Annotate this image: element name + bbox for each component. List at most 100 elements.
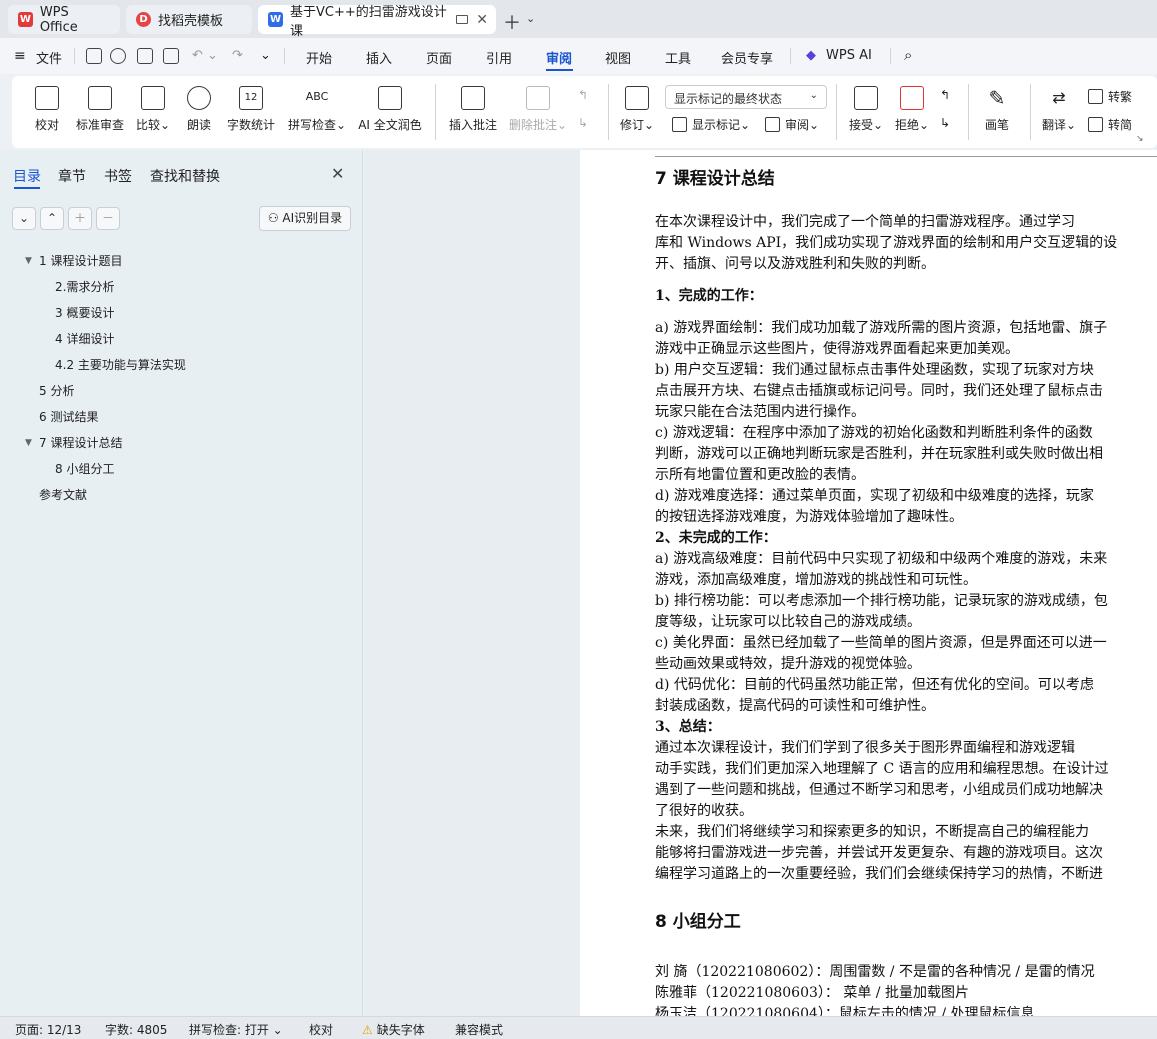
previous-comment-icon[interactable]: ↰ (578, 88, 588, 102)
save-icon[interactable] (86, 48, 102, 64)
toc-item[interactable]: 6 测试结果 (39, 408, 98, 425)
menu-view[interactable]: 视图 (605, 48, 631, 67)
menu-insert[interactable]: 插入 (366, 48, 392, 67)
doc-line: 库和 Windows API，我们成功实现了游戏界面的绘制和用户交互逻辑的设 (655, 235, 1118, 251)
show-markup-button[interactable]: 显示标记 ⌄ (672, 116, 750, 133)
spell-check-status[interactable]: 拼写检查: 打开 ⌄ (189, 1021, 283, 1038)
next-comment-icon[interactable]: ↳ (578, 116, 588, 130)
print-preview-icon[interactable] (163, 48, 179, 64)
read-aloud-button[interactable]: 朗读 (184, 76, 214, 148)
ai-polish-button[interactable]: AI 全文润色 (357, 76, 423, 148)
revise-button[interactable]: 修订⌄ (618, 76, 656, 148)
menu-review[interactable]: 审阅 (546, 48, 572, 67)
menu-page[interactable]: 页面 (426, 48, 452, 67)
menu-member[interactable]: 会员专享 (721, 48, 773, 67)
compare-button[interactable]: 比较⌄ (134, 76, 172, 148)
docer-logo-icon: D (136, 12, 151, 27)
new-tab-icon[interactable]: ＋ (503, 9, 521, 35)
doc-subheading: 3、总结： (655, 719, 721, 735)
dropdown-value: 显示标记的最终状态 (674, 92, 783, 106)
separator (284, 48, 285, 64)
accept-button[interactable]: 接受⌄ (847, 76, 885, 148)
page-indicator[interactable]: 页面: 12/13 (15, 1021, 81, 1038)
document-page[interactable]: 7 课程设计总结 在本次课程设计中，我们完成了一个简单的扫雷游戏程序。通过学习 … (580, 150, 1157, 1016)
word-count-status[interactable]: 字数: 4805 (105, 1021, 167, 1038)
ai-recognize-toc-button[interactable]: ⚇ AI识别目录 (259, 206, 351, 231)
insert-comment-button[interactable]: 插入批注 (448, 76, 498, 148)
redo-icon[interactable]: ↷ (232, 48, 243, 63)
expand-triangle-icon[interactable]: ▼ (25, 438, 32, 448)
print-icon[interactable] (137, 48, 153, 64)
review-pane-icon (765, 117, 780, 132)
standard-review-button[interactable]: 标准审查 (74, 76, 126, 148)
tab-sections[interactable]: 章节 (58, 166, 86, 186)
translate-button[interactable]: ⇄ 翻译⌄ (1040, 76, 1078, 148)
search-icon[interactable]: ⌕ (904, 46, 912, 64)
undo-icon[interactable]: ↶ ⌄ (192, 48, 218, 63)
wps-ai-logo-icon: ◆ (806, 48, 816, 63)
next-change-icon[interactable]: ↳ (940, 116, 950, 130)
tab-find-replace[interactable]: 查找和替换 (150, 166, 220, 186)
toc-item[interactable]: 8 小组分工 (55, 460, 114, 477)
doc-line: 开、插旗、问号以及游戏胜利和失败的判断。 (655, 256, 935, 272)
review-pane-button[interactable]: 审阅 ⌄ (765, 116, 819, 133)
toc-item[interactable]: 2.需求分析 (55, 278, 114, 295)
word-count-button[interactable]: 12 字数统计 (226, 76, 276, 148)
toc-item[interactable]: 5 分析 (39, 382, 74, 399)
remove-heading-button[interactable]: － (96, 207, 120, 230)
tab-toc[interactable]: 目录 (13, 166, 41, 186)
expand-triangle-icon[interactable]: ▼ (25, 256, 32, 266)
pen-button[interactable]: ✎ 画笔 (982, 76, 1012, 148)
menu-wps-ai[interactable]: WPS AI (826, 48, 872, 63)
button-label: 翻译⌄ (1041, 118, 1077, 132)
proofread-status[interactable]: 校对 (309, 1021, 333, 1038)
to-traditional-button[interactable]: 转繁 (1088, 88, 1132, 105)
doc-line: 封装成函数，提高代码的可读性和可维护性。 (655, 698, 935, 714)
tab-document[interactable]: W 基于VC++的扫雷游戏设计 课 ✕ (258, 5, 496, 39)
separator (790, 48, 791, 64)
tab-wps-office[interactable]: W WPS Office (8, 5, 120, 35)
previous-change-icon[interactable]: ↰ (940, 88, 950, 102)
doc-line: c) 游戏逻辑：在程序中添加了游戏的初始化函数和判断胜利条件的函数 (655, 425, 1093, 441)
to-simplified-button[interactable]: 转简 (1088, 116, 1132, 133)
close-tab-icon[interactable]: ✕ (476, 12, 488, 28)
tab-docer-templates[interactable]: D 找稻壳模板 (126, 5, 252, 34)
heading-section-8: 8 小组分工 (655, 912, 741, 932)
doc-line: 游戏，添加高级难度，增加游戏的挑战性和可玩性。 (655, 572, 977, 588)
toc-item[interactable]: 7 课程设计总结 (39, 434, 122, 451)
ribbon-expand-icon[interactable]: ↘ (1136, 134, 1144, 144)
writer-logo-icon: W (268, 12, 283, 27)
export-icon[interactable] (110, 48, 126, 64)
expand-up-button[interactable]: ⌃ (40, 207, 64, 230)
menu-reference[interactable]: 引用 (486, 48, 512, 67)
toc-item[interactable]: 3 概要设计 (55, 304, 114, 321)
to-simplified-icon (1088, 117, 1103, 132)
button-label: 插入批注 (448, 118, 497, 132)
spell-check-button[interactable]: ABC 拼写检查⌄ (288, 76, 346, 148)
hamburger-icon[interactable]: ≡ (14, 48, 26, 64)
button-label: 字数统计 (226, 118, 275, 132)
collapse-all-button[interactable]: ⌄ (12, 207, 36, 230)
menu-home[interactable]: 开始 (306, 48, 332, 67)
quick-access-more-icon[interactable]: ⌄ (260, 48, 271, 63)
delete-comment-button[interactable]: 删除批注⌄ (508, 76, 568, 148)
reject-button[interactable]: 拒绝⌄ (893, 76, 931, 148)
translate-icon: ⇄ (1052, 88, 1066, 107)
missing-font-status[interactable]: ⚠ 缺失字体 (362, 1021, 425, 1038)
tab-bookmarks[interactable]: 书签 (104, 166, 132, 186)
monitor-icon[interactable] (456, 15, 468, 24)
toc-item[interactable]: 4 详细设计 (55, 330, 114, 347)
add-heading-button[interactable]: ＋ (68, 207, 92, 230)
toc-item[interactable]: 4.2 主要功能与算法实现 (55, 356, 186, 373)
toc-item[interactable]: 参考文献 (39, 486, 87, 503)
member-line: 陈雅菲（120221080603）： 菜单 / 批量加载图片 (655, 985, 969, 1001)
toc-item[interactable]: 1 课程设计题目 (39, 252, 122, 269)
status-bar: 页面: 12/13 字数: 4805 拼写检查: 打开 ⌄ 校对 ⚠ 缺失字体 兼… (0, 1016, 1157, 1039)
menu-tools[interactable]: 工具 (665, 48, 691, 67)
proofread-button[interactable]: 校对 (32, 76, 62, 148)
close-pane-icon[interactable]: ✕ (331, 164, 344, 183)
tab-toc-underline (14, 187, 40, 189)
chevron-down-icon[interactable]: ⌄ (526, 12, 535, 25)
markup-display-dropdown[interactable]: 显示标记的最终状态 ⌄ (665, 85, 827, 109)
menu-file[interactable]: 文件 (36, 48, 62, 67)
